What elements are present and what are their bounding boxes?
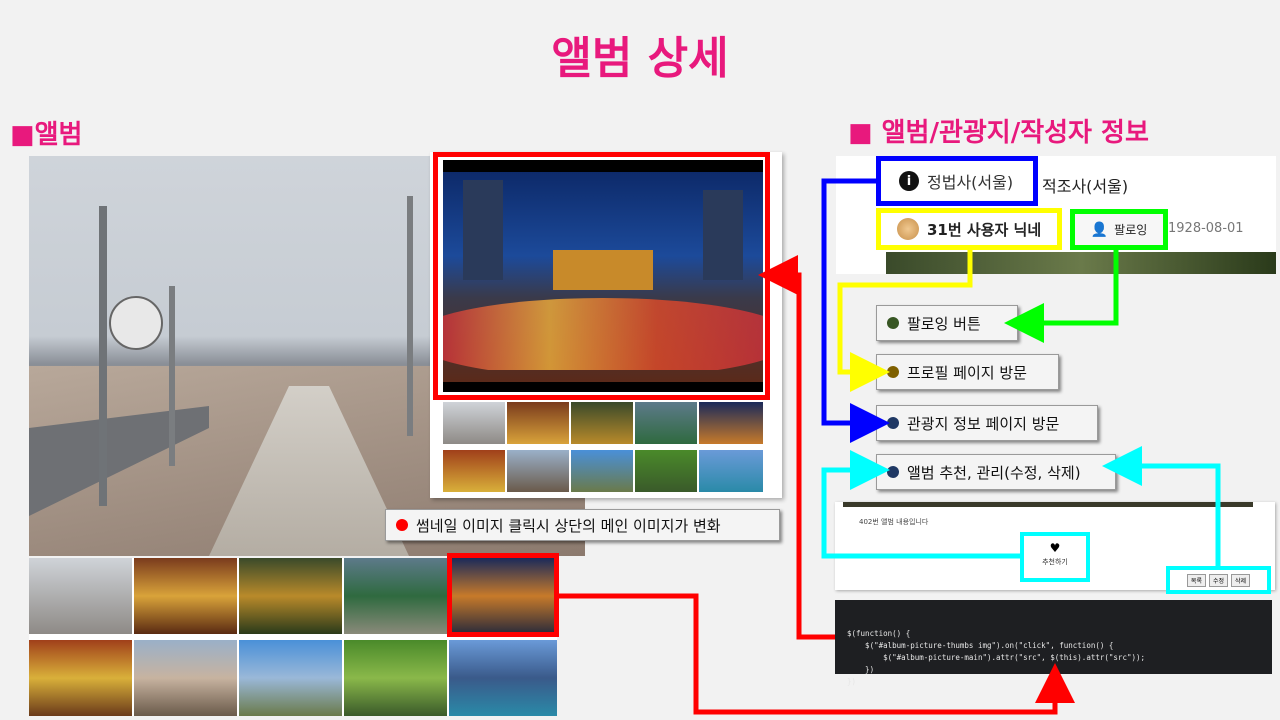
connector-lines xyxy=(559,178,1221,715)
blue-connector xyxy=(821,178,890,443)
yellow-connector xyxy=(837,250,973,392)
red-connector-thumb xyxy=(559,593,1075,715)
cyan-connector-left xyxy=(821,450,1020,559)
green-connector xyxy=(1004,250,1119,343)
cyan-connector-right xyxy=(1102,446,1221,566)
